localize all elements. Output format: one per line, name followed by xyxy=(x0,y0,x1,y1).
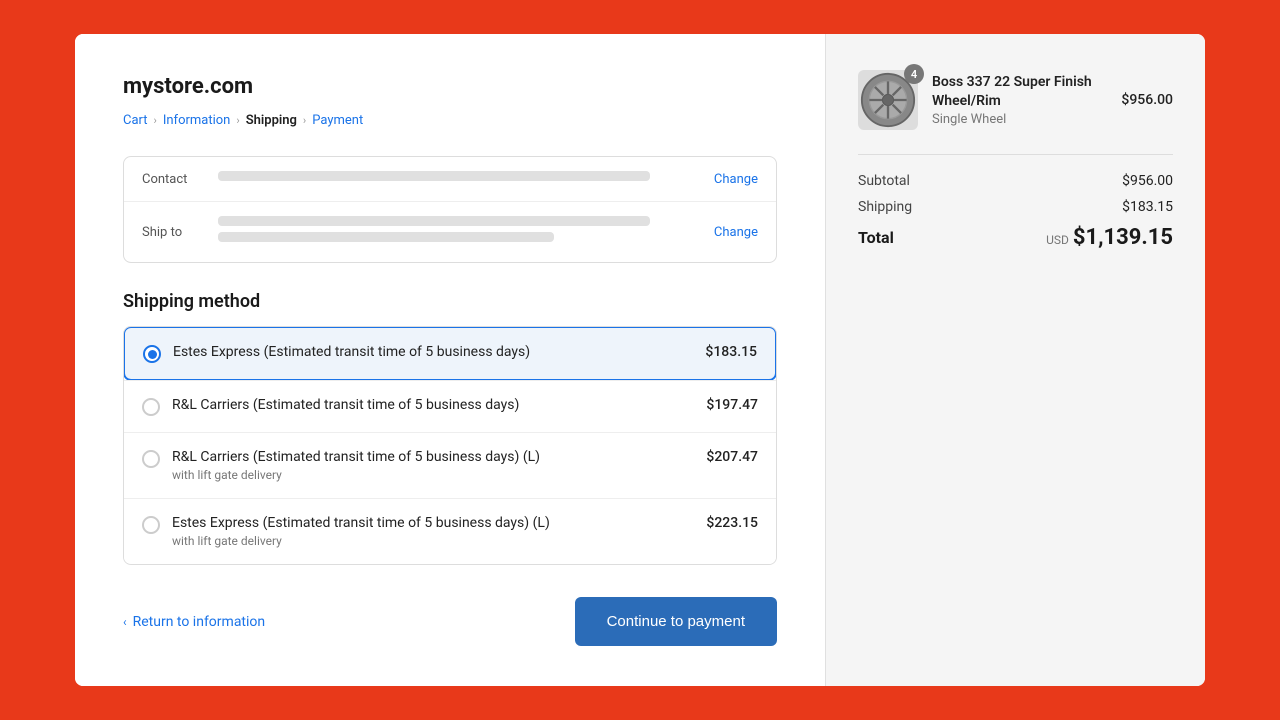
subtotal-row: Subtotal $956.00 xyxy=(858,173,1173,189)
breadcrumb-shipping: Shipping xyxy=(246,113,297,128)
shipping-option-2[interactable]: R&L Carriers (Estimated transit time of … xyxy=(124,432,776,498)
ship-to-change-link[interactable]: Change xyxy=(714,225,758,240)
option-name-3: Estes Express (Estimated transit time of… xyxy=(172,515,694,531)
breadcrumb-sep-2: › xyxy=(236,114,239,127)
contact-row: Contact Change xyxy=(124,157,776,201)
option-price-2: $207.47 xyxy=(706,449,758,465)
product-row: 4 Boss 337 22 Super Finish Wheel/Rim Sin… xyxy=(858,70,1173,130)
return-link-label: Return to information xyxy=(133,614,266,630)
contact-bar xyxy=(218,171,650,181)
option-price-1: $197.47 xyxy=(706,397,758,413)
shipping-options: Estes Express (Estimated transit time of… xyxy=(123,326,777,565)
ship-to-label: Ship to xyxy=(142,225,202,240)
option-info-3: Estes Express (Estimated transit time of… xyxy=(172,515,694,548)
currency-label: USD xyxy=(1046,233,1069,247)
breadcrumb-sep-3: › xyxy=(303,114,306,127)
ship-to-bar-2 xyxy=(218,232,554,242)
radio-rl-carriers-l[interactable] xyxy=(142,450,160,468)
contact-label: Contact xyxy=(142,172,202,187)
ship-to-bar-1 xyxy=(218,216,650,226)
radio-estes-express-l[interactable] xyxy=(142,516,160,534)
option-info-2: R&L Carriers (Estimated transit time of … xyxy=(172,449,694,482)
right-panel: 4 Boss 337 22 Super Finish Wheel/Rim Sin… xyxy=(825,34,1205,686)
breadcrumb-cart[interactable]: Cart xyxy=(123,113,148,128)
continue-to-payment-button[interactable]: Continue to payment xyxy=(575,597,777,646)
option-sub-3: with lift gate delivery xyxy=(172,534,694,548)
shipping-row: Shipping $183.15 xyxy=(858,199,1173,215)
chevron-left-icon: ‹ xyxy=(123,615,127,629)
option-info-1: R&L Carriers (Estimated transit time of … xyxy=(172,397,694,413)
shipping-option-3[interactable]: Estes Express (Estimated transit time of… xyxy=(124,498,776,564)
product-price: $956.00 xyxy=(1121,92,1173,108)
footer-actions: ‹ Return to information Continue to paym… xyxy=(123,597,777,646)
option-name-2: R&L Carriers (Estimated transit time of … xyxy=(172,449,694,465)
subtotal-label: Subtotal xyxy=(858,173,910,189)
grand-total-label: Total xyxy=(858,228,894,247)
left-panel: mystore.com Cart › Information › Shippin… xyxy=(75,34,825,686)
option-name-0: Estes Express (Estimated transit time of… xyxy=(173,344,693,360)
product-details: Boss 337 22 Super Finish Wheel/Rim Singl… xyxy=(932,73,1107,126)
option-price-0: $183.15 xyxy=(705,344,757,360)
product-badge: 4 xyxy=(904,64,924,84)
page-container: mystore.com Cart › Information › Shippin… xyxy=(75,34,1205,686)
ship-to-value xyxy=(218,216,698,248)
breadcrumb-information[interactable]: Information xyxy=(163,113,231,128)
option-info-0: Estes Express (Estimated transit time of… xyxy=(173,344,693,360)
option-price-3: $223.15 xyxy=(706,515,758,531)
grand-value-wrap: USD $1,139.15 xyxy=(1046,225,1173,250)
shipping-option-0[interactable]: Estes Express (Estimated transit time of… xyxy=(123,326,777,381)
breadcrumb-payment: Payment xyxy=(312,113,363,128)
option-name-1: R&L Carriers (Estimated transit time of … xyxy=(172,397,694,413)
breadcrumb: Cart › Information › Shipping › Payment xyxy=(123,113,777,128)
contact-value xyxy=(218,171,698,187)
ship-to-row: Ship to Change xyxy=(124,201,776,262)
shipping-value: $183.15 xyxy=(1122,199,1173,215)
subtotal-value: $956.00 xyxy=(1122,173,1173,189)
product-variant: Single Wheel xyxy=(932,112,1107,127)
shipping-method-title: Shipping method xyxy=(123,291,777,312)
grand-total-row: Total USD $1,139.15 xyxy=(858,225,1173,250)
return-to-information-link[interactable]: ‹ Return to information xyxy=(123,614,265,630)
shipping-label: Shipping xyxy=(858,199,912,215)
totals-section: Subtotal $956.00 Shipping $183.15 Total … xyxy=(858,154,1173,250)
option-sub-2: with lift gate delivery xyxy=(172,468,694,482)
grand-total-value: $1,139.15 xyxy=(1073,225,1173,250)
store-title: mystore.com xyxy=(123,74,777,99)
shipping-option-1[interactable]: R&L Carriers (Estimated transit time of … xyxy=(124,380,776,432)
breadcrumb-sep-1: › xyxy=(154,114,157,127)
info-card: Contact Change Ship to Change xyxy=(123,156,777,263)
radio-rl-carriers[interactable] xyxy=(142,398,160,416)
radio-estes-express[interactable] xyxy=(143,345,161,363)
product-name: Boss 337 22 Super Finish Wheel/Rim xyxy=(932,73,1107,109)
product-image-wrap: 4 xyxy=(858,70,918,130)
contact-change-link[interactable]: Change xyxy=(714,172,758,187)
